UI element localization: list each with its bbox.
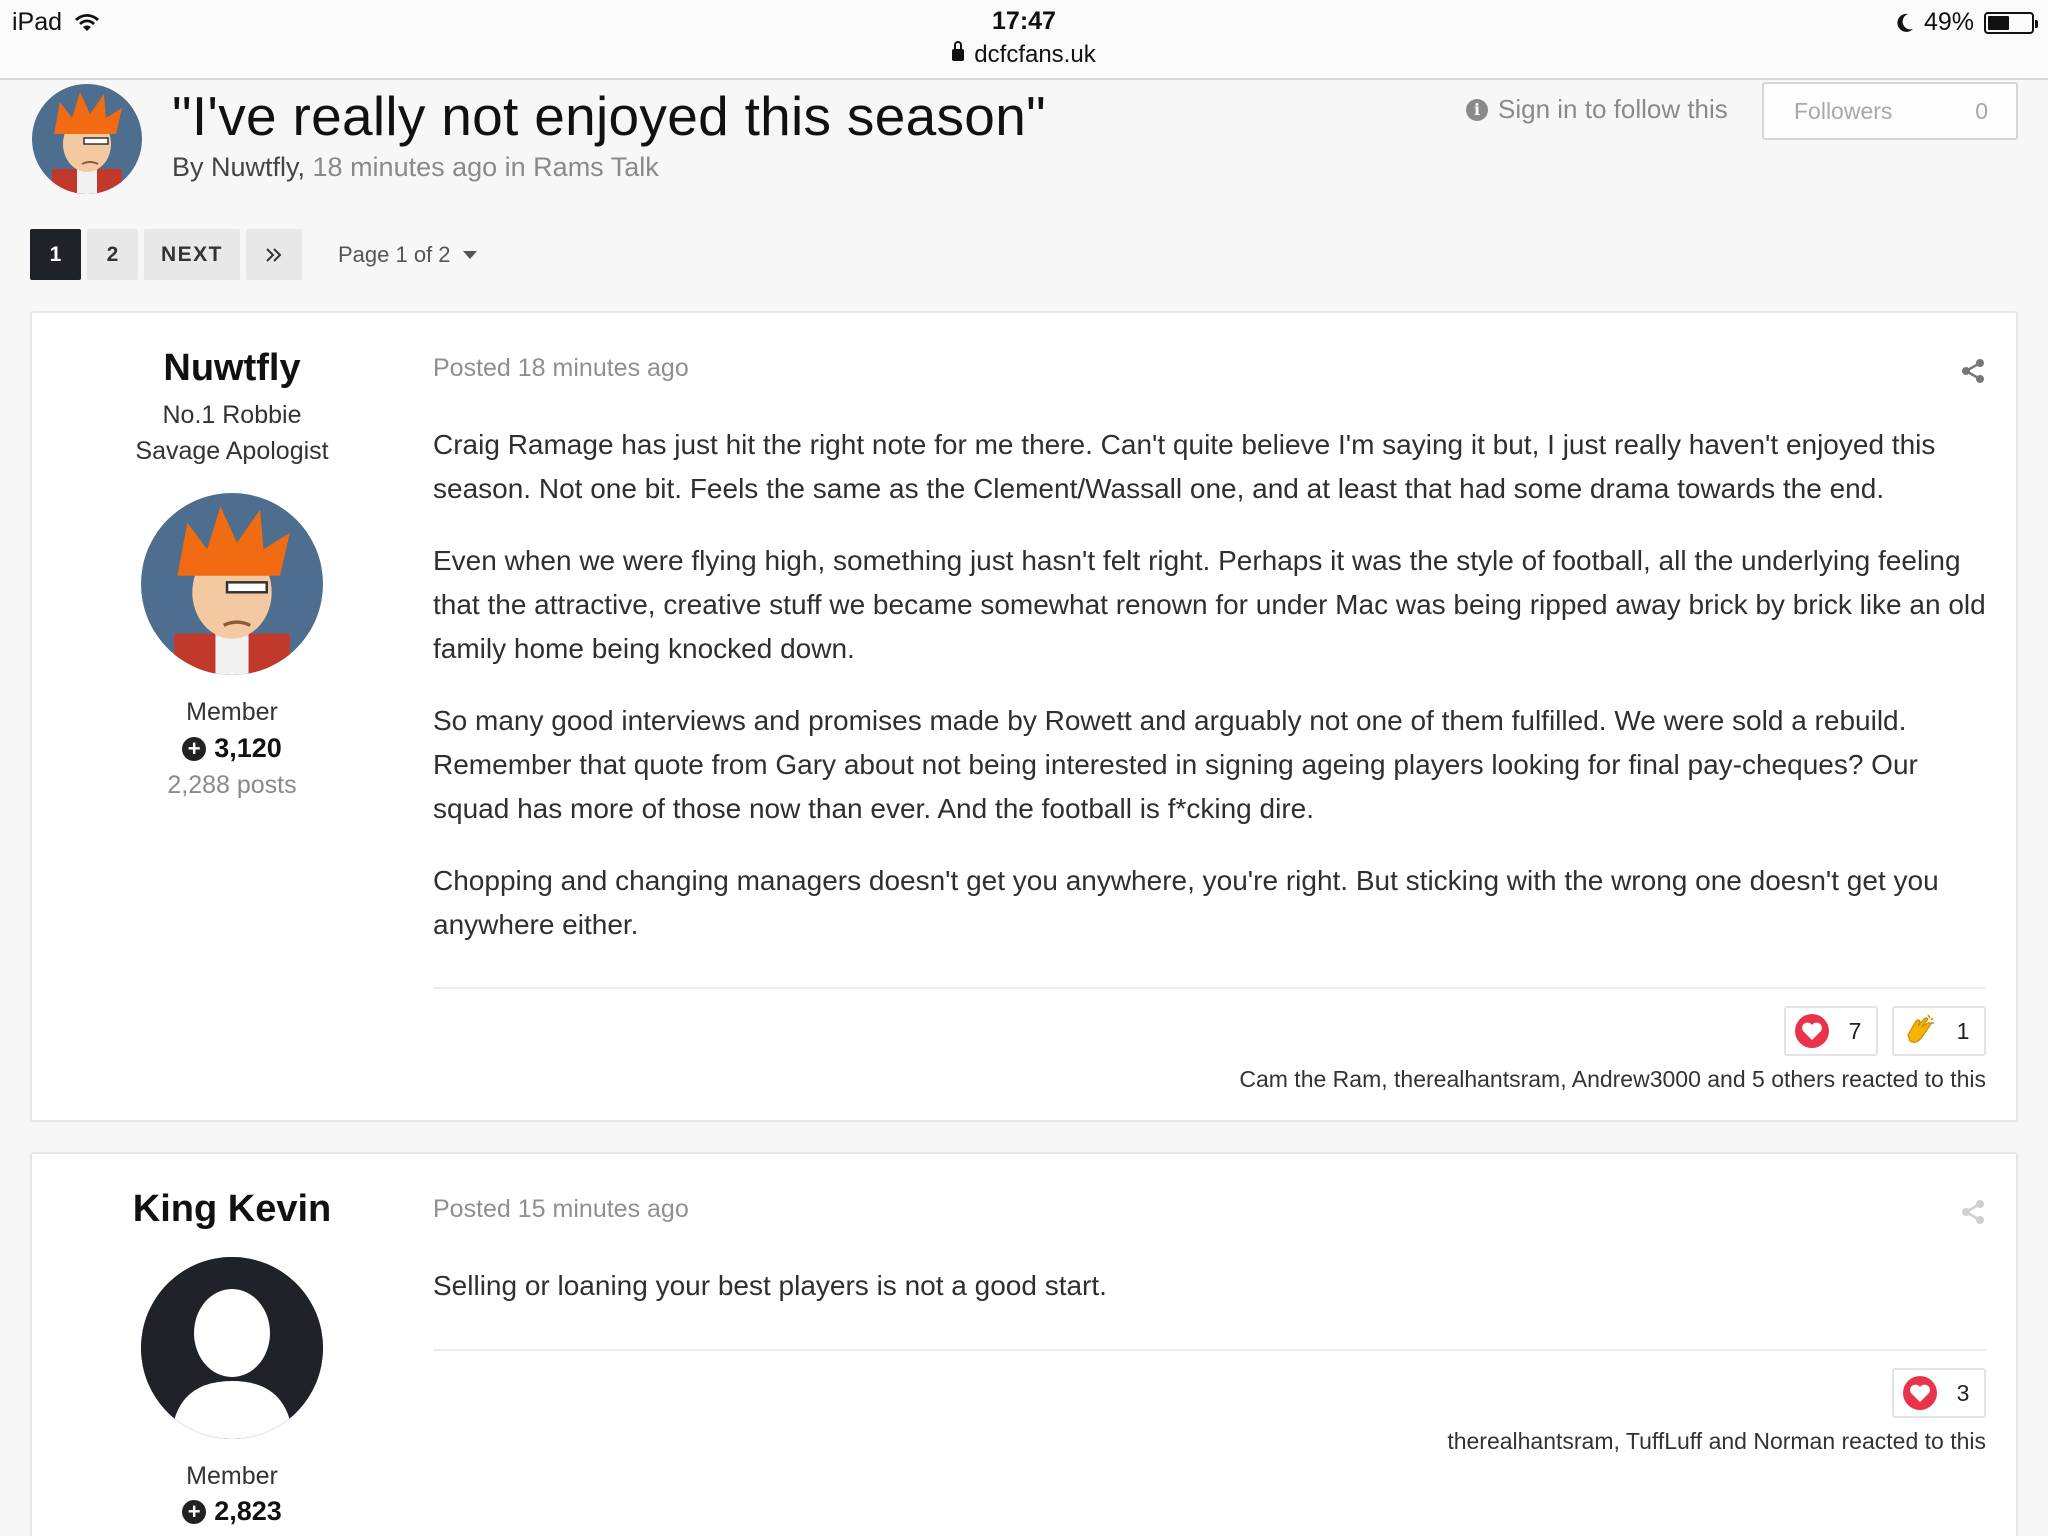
post-paragraph: Craig Ramage has just hit the right note… — [433, 429, 1936, 504]
post-content: Craig Ramage has just hit the right note… — [433, 423, 1986, 975]
author-name[interactable]: King Kevin — [32, 1188, 432, 1231]
reaction-count: 7 — [1848, 1017, 1862, 1044]
post-paragraph: So many good interviews and promises mad… — [433, 705, 1918, 824]
pagination: 1 2 NEXT Page 1 of 2 — [30, 229, 477, 280]
reaction-count: 3 — [1956, 1379, 1970, 1406]
battery-icon — [1984, 11, 2038, 34]
reaction-clap[interactable]: 1 — [1892, 1006, 1986, 1056]
post: Nuwtfly No.1 Robbie Savage Apologist Mem… — [30, 311, 2018, 1122]
plus-circle-icon: + — [182, 736, 207, 761]
clock: 17:47 — [992, 7, 1056, 35]
topic-author-avatar[interactable] — [32, 84, 142, 194]
reactions-bar: 7 1 — [1784, 1006, 1986, 1056]
plus-circle-icon: + — [182, 1499, 207, 1524]
post-content: Selling or loaning your best players is … — [433, 1264, 1986, 1336]
ios-status-bar: iPad 17:47 dcfcfans.uk 49% — [0, 0, 2048, 80]
topic-title: "I've really not enjoyed this season" — [172, 85, 1046, 147]
post-divider — [433, 1349, 1986, 1351]
followers-label: Followers — [1794, 97, 1893, 124]
page-2-button[interactable]: 2 — [87, 229, 138, 280]
url-text: dcfcfans.uk — [974, 41, 1096, 68]
page-1-button[interactable]: 1 — [30, 229, 81, 280]
sign-in-to-follow-link[interactable]: i Sign in to follow this — [1466, 94, 1728, 125]
battery-percent: 49% — [1923, 8, 1974, 36]
page-jump-dropdown[interactable]: Page 1 of 2 — [338, 229, 477, 280]
post-paragraph: Selling or loaning your best players is … — [433, 1270, 1107, 1301]
author-post-count: 2,288 posts — [167, 771, 297, 799]
reacted-users-text[interactable]: therealhantsram, TuffLuff and Norman rea… — [1447, 1428, 1986, 1455]
post: King Kevin Member + 2,823 Posted 15 minu… — [30, 1152, 2018, 1536]
share-icon[interactable] — [1960, 358, 1986, 384]
heart-icon — [1795, 1014, 1829, 1048]
heart-icon — [1903, 1376, 1937, 1410]
status-right: 49% — [1896, 8, 2038, 37]
author-title: No.1 Robbie Savage Apologist — [135, 401, 329, 465]
reputation-value: 2,823 — [214, 1496, 282, 1526]
follow-label: Sign in to follow this — [1498, 94, 1728, 124]
address-bar[interactable]: dcfcfans.uk — [0, 41, 2048, 69]
post-date[interactable]: Posted 15 minutes ago — [433, 1195, 689, 1224]
post-paragraph: Even when we were flying high, something… — [433, 545, 1986, 664]
clapping-hands-icon — [1907, 1014, 1934, 1043]
moon-icon — [1897, 13, 1913, 32]
post-body: Posted 15 minutes ago Selling or loaning… — [433, 1154, 1986, 1536]
author-rank: Member — [186, 698, 278, 726]
share-icon[interactable] — [1960, 1199, 1986, 1225]
reputation-value: 3,120 — [214, 733, 282, 763]
reactions-bar: 3 — [1892, 1368, 1986, 1418]
author-reputation: + 3,120 — [32, 733, 432, 764]
reaction-count: 1 — [1956, 1017, 1970, 1044]
reacted-users-text[interactable]: Cam the Ram, therealhantsram, Andrew3000… — [1239, 1066, 1986, 1093]
topic-byline[interactable]: By Nuwtfly, — [172, 152, 305, 182]
post-body: Posted 18 minutes ago Craig Ramage has j… — [433, 313, 1986, 1124]
post-divider — [433, 987, 1986, 989]
info-icon: i — [1466, 98, 1488, 121]
lock-icon — [952, 41, 965, 61]
author-reputation: + 2,823 — [32, 1496, 432, 1527]
followers-button[interactable]: Followers 0 — [1762, 82, 2018, 140]
post-paragraph: Chopping and changing managers doesn't g… — [433, 865, 1939, 940]
topic-meta-time-forum: 18 minutes ago in Rams Talk — [305, 152, 659, 182]
author-avatar-default[interactable] — [141, 1257, 323, 1439]
double-chevron-right-icon — [266, 247, 282, 262]
author-rank: Member — [186, 1462, 278, 1490]
followers-count: 0 — [1975, 97, 1988, 124]
next-page-button[interactable]: NEXT — [144, 229, 240, 280]
topic-meta: By Nuwtfly, 18 minutes ago in Rams Talk — [172, 152, 659, 183]
post-date[interactable]: Posted 18 minutes ago — [433, 354, 689, 383]
author-avatar[interactable] — [141, 493, 323, 675]
page-of-label: Page 1 of 2 — [338, 241, 451, 267]
author-name[interactable]: Nuwtfly — [32, 347, 432, 390]
caret-down-icon — [462, 250, 477, 259]
reaction-like[interactable]: 3 — [1892, 1368, 1986, 1418]
last-page-button[interactable] — [246, 229, 302, 280]
reaction-like[interactable]: 7 — [1784, 1006, 1878, 1056]
